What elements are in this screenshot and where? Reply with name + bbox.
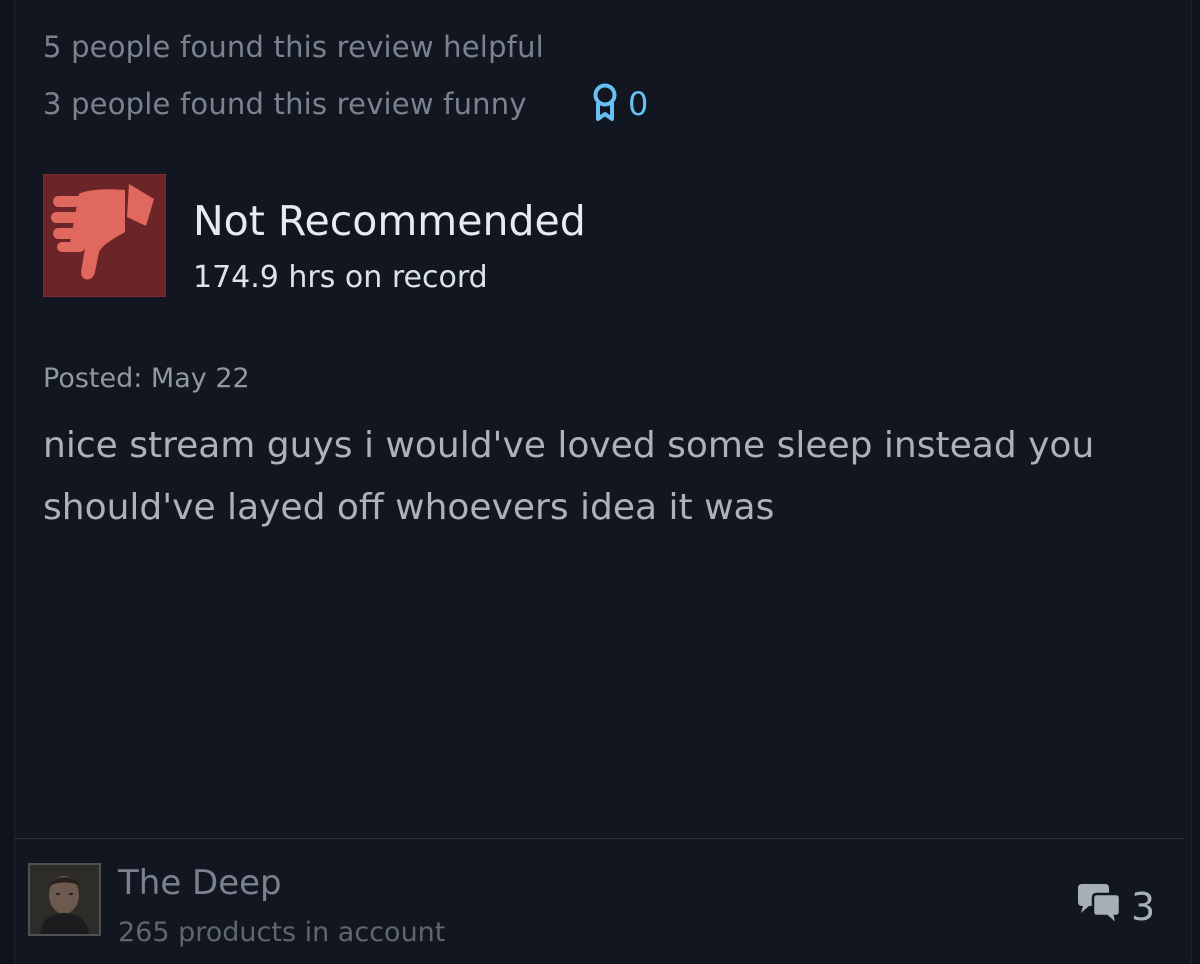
thumb-badge[interactable] bbox=[43, 174, 166, 297]
comment-count: 3 bbox=[1131, 885, 1156, 929]
avatar[interactable] bbox=[28, 863, 101, 936]
footer-divider bbox=[14, 838, 1184, 839]
award-button[interactable]: 0 bbox=[592, 83, 648, 125]
avatar-image bbox=[30, 865, 99, 934]
award-count: 0 bbox=[628, 85, 649, 123]
funny-count-text: 3 people found this review funny bbox=[43, 87, 527, 121]
author-products: 265 products in account bbox=[118, 917, 446, 948]
helpful-count-text: 5 people found this review helpful bbox=[43, 30, 544, 64]
comments-icon bbox=[1075, 882, 1123, 932]
review-body: nice stream guys i would've loved some s… bbox=[43, 425, 1095, 528]
hours-on-record: 174.9 hrs on record bbox=[193, 260, 488, 295]
comments-button[interactable]: 3 bbox=[1075, 882, 1155, 932]
posted-date: Posted: May 22 bbox=[43, 363, 250, 394]
award-ribbon-icon bbox=[592, 83, 618, 125]
author-name[interactable]: The Deep bbox=[118, 863, 282, 903]
recommendation-title: Not Recommended bbox=[193, 197, 586, 245]
thumbs-down-icon bbox=[51, 184, 154, 280]
